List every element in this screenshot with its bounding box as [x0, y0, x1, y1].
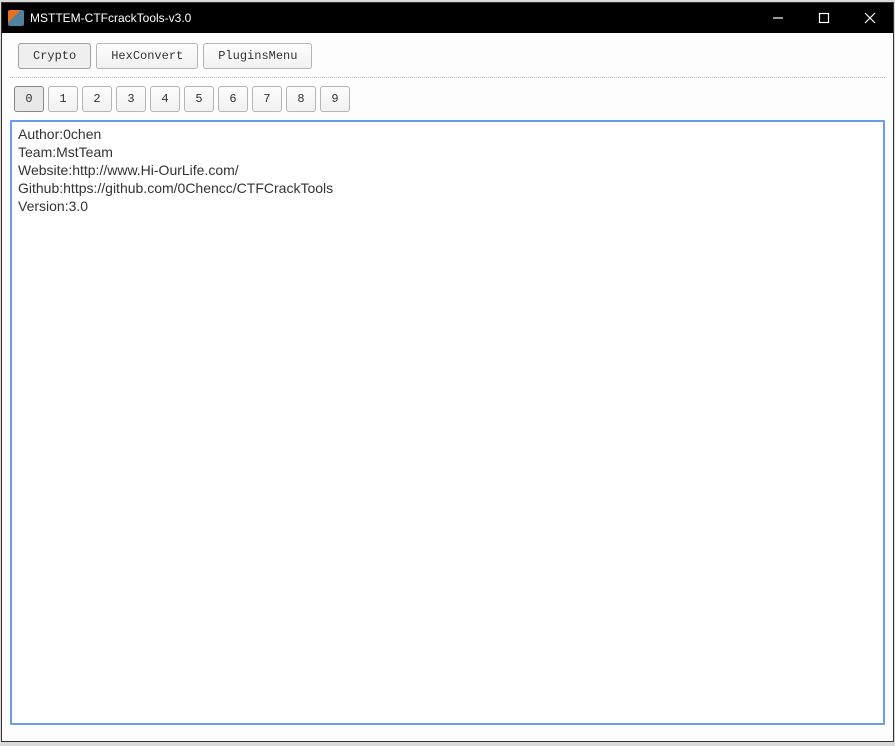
menu-hexconvert[interactable]: HexConvert [96, 43, 198, 69]
maximize-button[interactable] [801, 3, 847, 33]
tab-8[interactable]: 8 [286, 86, 316, 112]
tab-6[interactable]: 6 [218, 86, 248, 112]
tab-1[interactable]: 1 [48, 86, 78, 112]
titlebar: MSTTEM-CTFcrackTools-v3.0 [2, 3, 893, 33]
tab-7[interactable]: 7 [252, 86, 282, 112]
minimize-button[interactable] [755, 3, 801, 33]
window-controls [755, 3, 893, 33]
tab-0[interactable]: 0 [14, 86, 44, 112]
java-icon [8, 10, 24, 26]
menu-pluginsmenu[interactable]: PluginsMenu [203, 43, 312, 69]
tabbar: 0 1 2 3 4 5 6 7 8 9 [10, 78, 885, 120]
close-button[interactable] [847, 3, 893, 33]
tab-4[interactable]: 4 [150, 86, 180, 112]
tab-5[interactable]: 5 [184, 86, 214, 112]
menubar: Crypto HexConvert PluginsMenu [10, 39, 885, 78]
window-title: MSTTEM-CTFcrackTools-v3.0 [30, 11, 755, 25]
tab-3[interactable]: 3 [116, 86, 146, 112]
editor-textarea[interactable] [18, 126, 877, 719]
tab-9[interactable]: 9 [320, 86, 350, 112]
tab-2[interactable]: 2 [82, 86, 112, 112]
editor-frame [10, 120, 885, 725]
menu-crypto[interactable]: Crypto [18, 43, 91, 69]
client-area: Crypto HexConvert PluginsMenu 0 1 2 3 4 … [2, 33, 893, 741]
window: MSTTEM-CTFcrackTools-v3.0 Crypto HexConv… [1, 2, 894, 742]
